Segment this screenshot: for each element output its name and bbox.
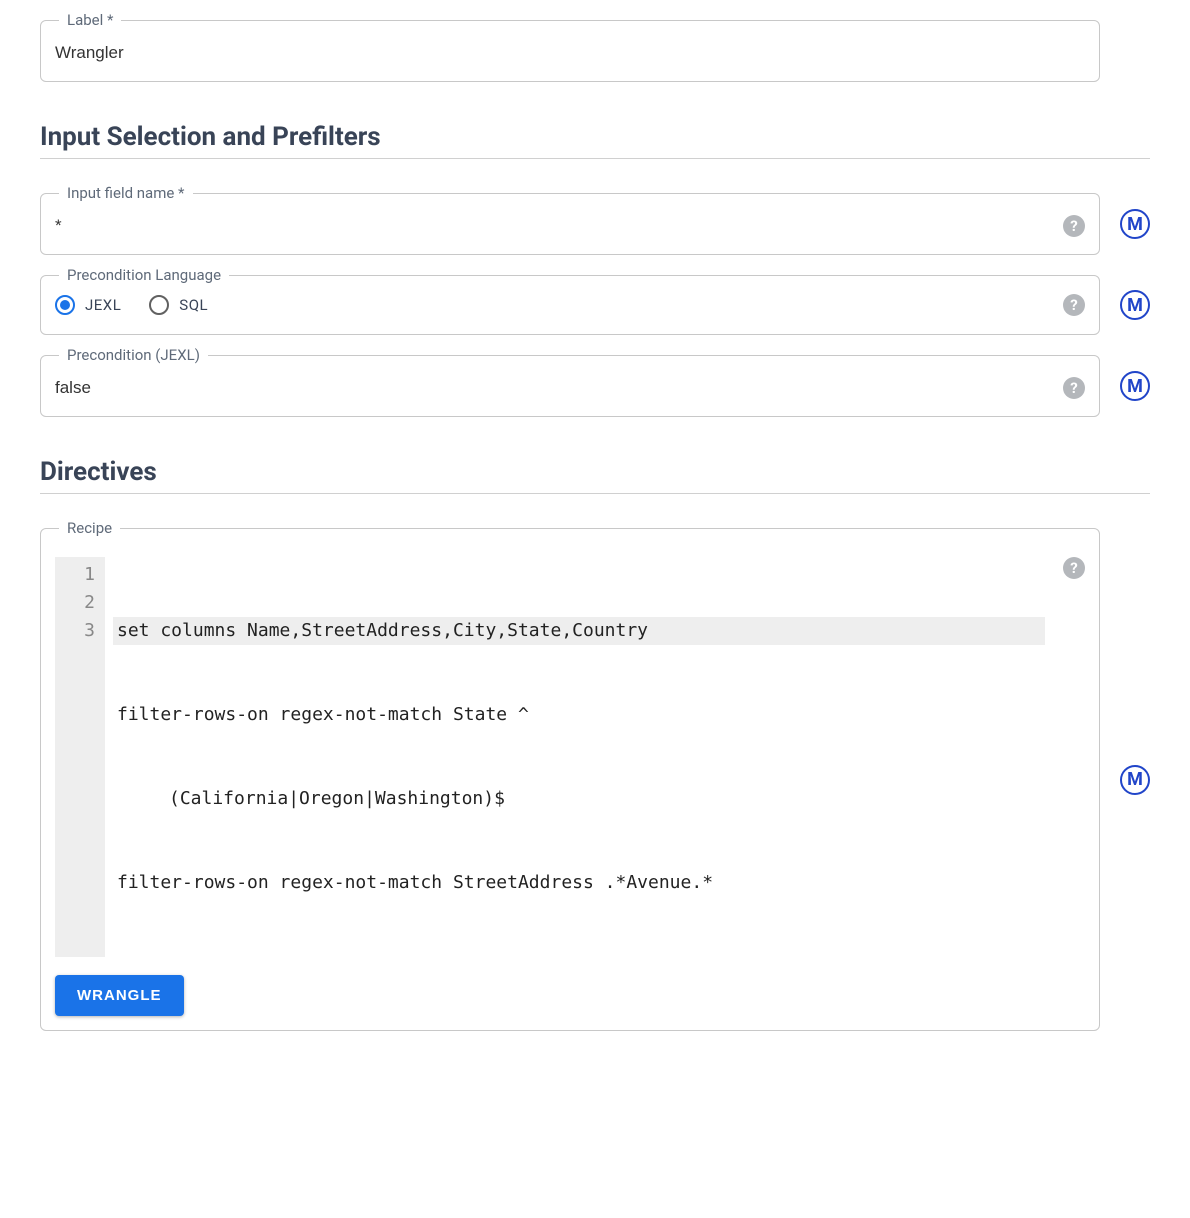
- gutter-line: 3: [73, 617, 95, 645]
- recipe-editor[interactable]: 1 2 3 set columns Name,StreetAddress,Cit…: [55, 557, 1053, 957]
- section-rule: [40, 158, 1150, 159]
- code-line: filter-rows-on regex-not-match State ^: [113, 701, 1045, 729]
- section-directives-title: Directives: [40, 457, 1150, 487]
- precondition-jexl-row: Precondition (JEXL) ? M: [40, 355, 1150, 417]
- precondition-jexl-legend: Precondition (JEXL): [59, 346, 208, 364]
- macro-icon[interactable]: M: [1120, 209, 1150, 239]
- recipe-fieldset: Recipe 1 2 3 set columns Name,StreetAddr…: [40, 528, 1100, 1031]
- code-line-wrap: (California|Oregon|Washington)$: [113, 785, 1045, 813]
- label-fieldset: Label *: [40, 20, 1100, 82]
- help-icon[interactable]: ?: [1063, 377, 1085, 399]
- precondition-language-legend: Precondition Language: [59, 266, 229, 284]
- recipe-row: Recipe 1 2 3 set columns Name,StreetAddr…: [40, 528, 1150, 1031]
- code-line: set columns Name,StreetAddress,City,Stat…: [113, 617, 1045, 645]
- label-legend: Label *: [59, 11, 121, 29]
- recipe-code[interactable]: set columns Name,StreetAddress,City,Stat…: [105, 557, 1053, 957]
- section-rule: [40, 493, 1150, 494]
- macro-icon[interactable]: M: [1120, 290, 1150, 320]
- wrangle-button[interactable]: WRANGLE: [55, 975, 184, 1016]
- recipe-legend: Recipe: [59, 519, 120, 537]
- help-icon[interactable]: ?: [1063, 557, 1085, 579]
- macro-icon[interactable]: M: [1120, 371, 1150, 401]
- precondition-language-row: Precondition Language JEXL SQL ? M: [40, 275, 1150, 335]
- precondition-language-radio-group: JEXL SQL: [55, 295, 1053, 315]
- gutter-line: 1: [73, 561, 95, 589]
- label-input[interactable]: [55, 39, 1085, 67]
- recipe-gutter: 1 2 3: [55, 557, 105, 957]
- input-field-name-input[interactable]: [55, 212, 1053, 240]
- radio-sql[interactable]: SQL: [149, 295, 208, 315]
- radio-jexl-label: JEXL: [85, 296, 121, 314]
- input-field-name-row: Input field name * ? M: [40, 193, 1150, 255]
- precondition-jexl-input[interactable]: [55, 374, 1053, 402]
- section-input-prefilters-title: Input Selection and Prefilters: [40, 122, 1150, 152]
- radio-jexl[interactable]: JEXL: [55, 295, 121, 315]
- precondition-language-fieldset: Precondition Language JEXL SQL ?: [40, 275, 1100, 335]
- gutter-line: 2: [73, 589, 95, 617]
- input-field-name-legend: Input field name *: [59, 184, 193, 202]
- help-icon[interactable]: ?: [1063, 294, 1085, 316]
- radio-jexl-circle: [55, 295, 75, 315]
- label-row: Label *: [40, 20, 1150, 82]
- macro-icon[interactable]: M: [1120, 765, 1150, 795]
- code-line: filter-rows-on regex-not-match StreetAdd…: [113, 869, 1045, 897]
- precondition-jexl-fieldset: Precondition (JEXL) ?: [40, 355, 1100, 417]
- input-field-name-fieldset: Input field name * ?: [40, 193, 1100, 255]
- radio-sql-label: SQL: [179, 296, 208, 314]
- radio-sql-circle: [149, 295, 169, 315]
- help-icon[interactable]: ?: [1063, 215, 1085, 237]
